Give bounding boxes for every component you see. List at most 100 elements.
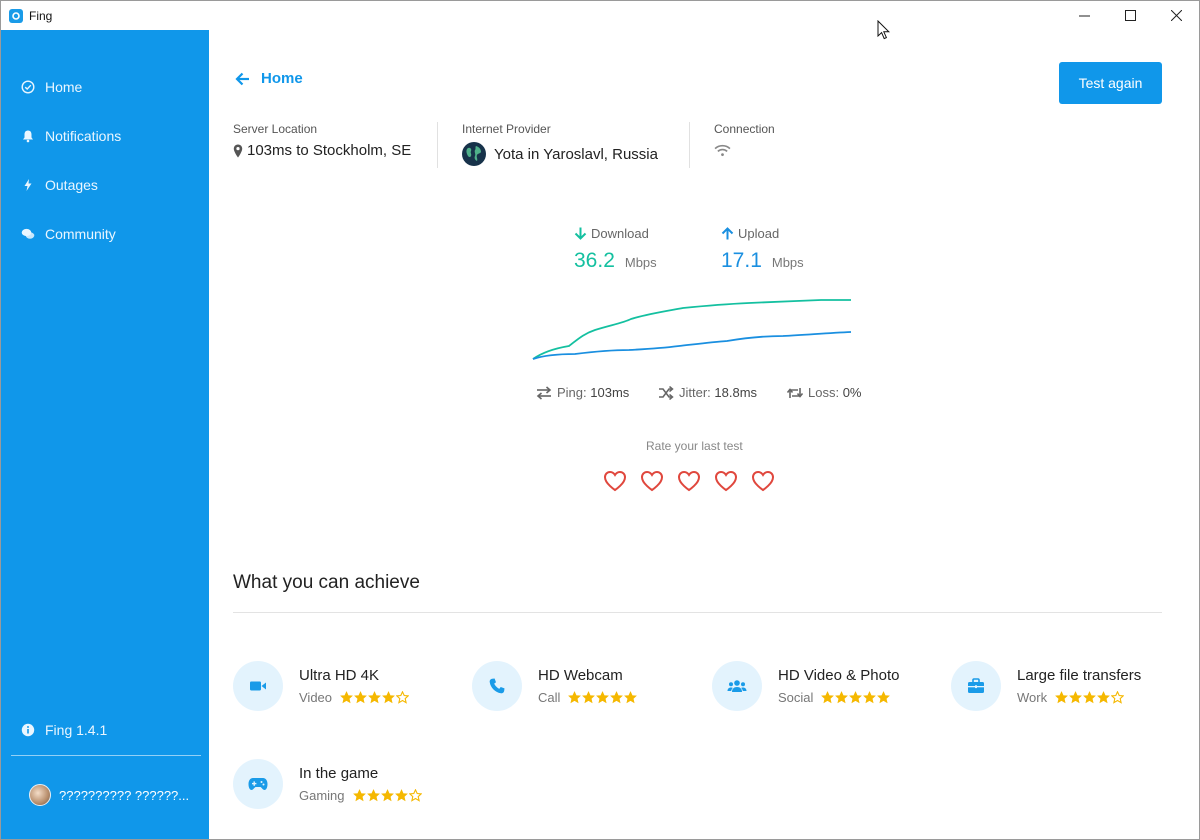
internet-provider-label: Internet Provider (462, 122, 551, 136)
user-name: ?????????? ??????... (59, 787, 190, 803)
sidebar-item-outages[interactable]: Outages (21, 174, 98, 196)
app-window: Fing Home Notifications Outages Communit… (0, 0, 1200, 840)
bolt-icon (24, 179, 32, 191)
ping-value: 103ms (590, 385, 630, 400)
upload-metric: Upload 17.1 Mbps (721, 226, 804, 273)
achieve-section-title: What you can achieve (233, 572, 420, 593)
user-account[interactable]: ?????????? ??????... (29, 784, 189, 806)
star-filled-icon (1069, 691, 1083, 704)
mouse-cursor-icon (877, 20, 891, 40)
test-again-button[interactable]: Test again (1059, 62, 1162, 104)
achieve-item: Large file transfers Work (951, 661, 1141, 711)
back-link-label: Home (261, 70, 303, 87)
gamepad-icon (248, 778, 268, 790)
star-filled-icon (380, 789, 394, 802)
server-location-label: Server Location (233, 122, 318, 136)
connection-label: Connection (714, 122, 775, 136)
achieve-item: HD Webcam Call (472, 661, 638, 711)
achieve-item-title: Ultra HD 4K (299, 667, 380, 684)
star-filled-icon (624, 691, 638, 704)
star-rating (1055, 691, 1125, 704)
star-rating (568, 691, 638, 704)
upload-label: Upload (738, 226, 780, 241)
maximize-button[interactable] (1107, 1, 1153, 30)
star-filled-icon (340, 691, 353, 704)
star-filled-icon (1097, 691, 1111, 704)
bell-icon (23, 130, 33, 143)
shuffle-icon (659, 385, 674, 400)
achieve-item: HD Video & Photo Social (712, 661, 899, 711)
main-content: Home Test again Server Location 103ms to… (209, 30, 1199, 839)
sidebar-item-label: Notifications (45, 128, 122, 144)
download-value: 36.2 (574, 249, 615, 272)
rating-hearts (603, 470, 788, 492)
star-rating (352, 789, 423, 802)
users-icon (727, 680, 747, 692)
star-filled-icon (352, 789, 366, 802)
achieve-item: Ultra HD 4K Video (233, 661, 410, 711)
upload-curve (532, 331, 852, 360)
heart-icon[interactable] (677, 470, 701, 492)
sidebar-item-label: Outages (45, 177, 98, 193)
star-filled-icon (354, 691, 367, 704)
version-label: Fing 1.4.1 (45, 722, 108, 738)
sidebar-divider (11, 755, 201, 756)
internet-provider: Internet Provider Yota in Yaroslavl, Rus… (462, 122, 658, 166)
minimize-button[interactable] (1061, 1, 1107, 30)
download-unit: Mbps (624, 255, 657, 270)
star-filled-icon (568, 691, 582, 704)
loss-label: Loss: (808, 385, 840, 400)
jitter-label: Jitter: (679, 385, 711, 400)
star-filled-icon (582, 691, 596, 704)
info-divider (689, 122, 690, 168)
info-divider (437, 122, 438, 168)
close-button[interactable] (1153, 1, 1199, 30)
achieve-item-title: HD Video & Photo (778, 667, 900, 684)
comments-icon (21, 228, 35, 239)
maximize-icon (1124, 10, 1136, 21)
section-divider (233, 612, 1162, 613)
speed-graph (532, 299, 852, 360)
star-filled-icon (835, 691, 849, 704)
heart-icon[interactable] (603, 470, 627, 492)
download-label: Download (591, 226, 649, 241)
heart-icon[interactable] (714, 470, 738, 492)
back-link[interactable]: Home (235, 70, 303, 87)
achieve-item-category: Work (1017, 690, 1048, 705)
loss-value: 0% (842, 385, 862, 400)
ping-label: Ping: (557, 385, 587, 400)
heart-icon[interactable] (751, 470, 775, 492)
achieve-item-title: HD Webcam (538, 667, 623, 684)
sidebar-item-home[interactable]: Home (21, 76, 82, 98)
briefcase-icon (968, 678, 984, 693)
download-curve (532, 299, 851, 360)
achieve-item: In the game Gaming (233, 759, 423, 809)
star-filled-icon (394, 789, 408, 802)
arrow-left-icon (235, 72, 249, 85)
phone-icon (489, 678, 505, 694)
server-location: Server Location 103ms to Stockholm, SE (233, 122, 411, 159)
sidebar-item-label: Community (45, 226, 116, 242)
sidebar-item-community[interactable]: Community (21, 223, 116, 245)
info-icon (21, 723, 35, 737)
arrow-up-icon (721, 227, 734, 240)
star-rating (821, 691, 891, 704)
star-filled-icon (1055, 691, 1069, 704)
upload-unit: Mbps (771, 255, 804, 270)
close-icon (1170, 10, 1182, 21)
app-version[interactable]: Fing 1.4.1 (21, 722, 107, 738)
sidebar-item-notifications[interactable]: Notifications (21, 125, 121, 147)
jitter-stat: Jitter: 18.8ms (658, 385, 757, 400)
heart-icon[interactable] (640, 470, 664, 492)
upload-value: 17.1 (721, 249, 762, 272)
star-filled-icon (877, 691, 891, 704)
exchange-icon (536, 385, 552, 400)
achieve-item-title: In the game (299, 765, 379, 782)
star-empty-icon (1111, 691, 1125, 704)
star-filled-icon (610, 691, 624, 704)
arrow-down-icon (574, 227, 587, 240)
server-location-value: 103ms to Stockholm, SE (247, 142, 412, 159)
video-camera-icon (250, 681, 266, 691)
star-filled-icon (368, 691, 381, 704)
star-filled-icon (596, 691, 610, 704)
